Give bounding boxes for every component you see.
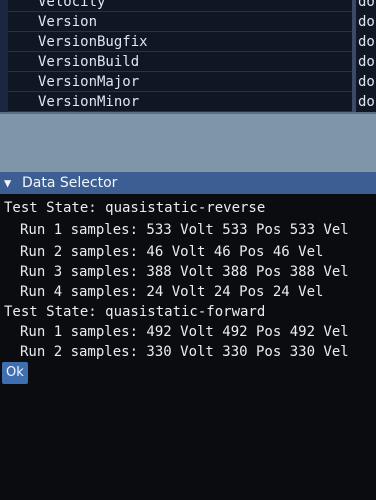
run-item[interactable]: Run 3 samples: 388 Volt 388 Pos 388 Vel: [20, 262, 349, 282]
test-state-reverse[interactable]: Test State: quasistatic-reverse: [4, 198, 265, 218]
run-item[interactable]: Run 4 samples: 24 Volt 24 Pos 24 Vel: [20, 282, 323, 302]
run-item[interactable]: Run 1 samples: 533 Volt 533 Pos 533 Vel: [20, 220, 349, 240]
variable-type: do: [358, 74, 375, 90]
table-row[interactable]: Velocity: [8, 0, 352, 12]
variable-type: do: [358, 14, 375, 30]
data-selector-window: ▼ Data Selector Test State: quasistatic-…: [0, 172, 376, 500]
variable-type: do: [358, 0, 375, 10]
data-selector-titlebar[interactable]: ▼ Data Selector: [0, 172, 376, 194]
table-gutter: [0, 0, 8, 112]
variable-name: VersionBugfix: [38, 34, 148, 50]
variable-name: VersionBuild: [38, 54, 140, 70]
collapse-triangle-icon[interactable]: ▼: [4, 172, 18, 194]
run-item[interactable]: Run 2 samples: 46 Volt 46 Pos 46 Vel: [20, 242, 323, 262]
column-divider[interactable]: [352, 0, 356, 112]
empty-panel: [0, 112, 376, 172]
variable-type: do: [358, 94, 375, 110]
variable-name: Version: [38, 14, 98, 30]
run-item[interactable]: Run 1 samples: 492 Volt 492 Pos 492 Vel: [20, 322, 349, 342]
run-item[interactable]: Run 2 samples: 330 Volt 330 Pos 330 Vel: [20, 342, 349, 362]
variable-name: VersionMajor: [38, 74, 140, 90]
variable-type: do: [358, 34, 375, 50]
table-row[interactable]: Version: [8, 12, 352, 32]
table-row[interactable]: VersionMajor: [8, 72, 352, 92]
ok-button[interactable]: Ok: [2, 362, 28, 384]
table-row[interactable]: VersionBuild: [8, 52, 352, 72]
variable-table: Velocity do Version do VersionBugfix do …: [0, 0, 376, 112]
variable-type: do: [358, 54, 375, 70]
test-state-forward[interactable]: Test State: quasistatic-forward: [4, 302, 265, 322]
variable-name: VersionMinor: [38, 94, 140, 110]
variable-name: Velocity: [38, 0, 106, 10]
table-row[interactable]: VersionBugfix: [8, 32, 352, 52]
window-title: Data Selector: [22, 175, 118, 191]
table-row[interactable]: VersionMinor: [8, 92, 352, 112]
